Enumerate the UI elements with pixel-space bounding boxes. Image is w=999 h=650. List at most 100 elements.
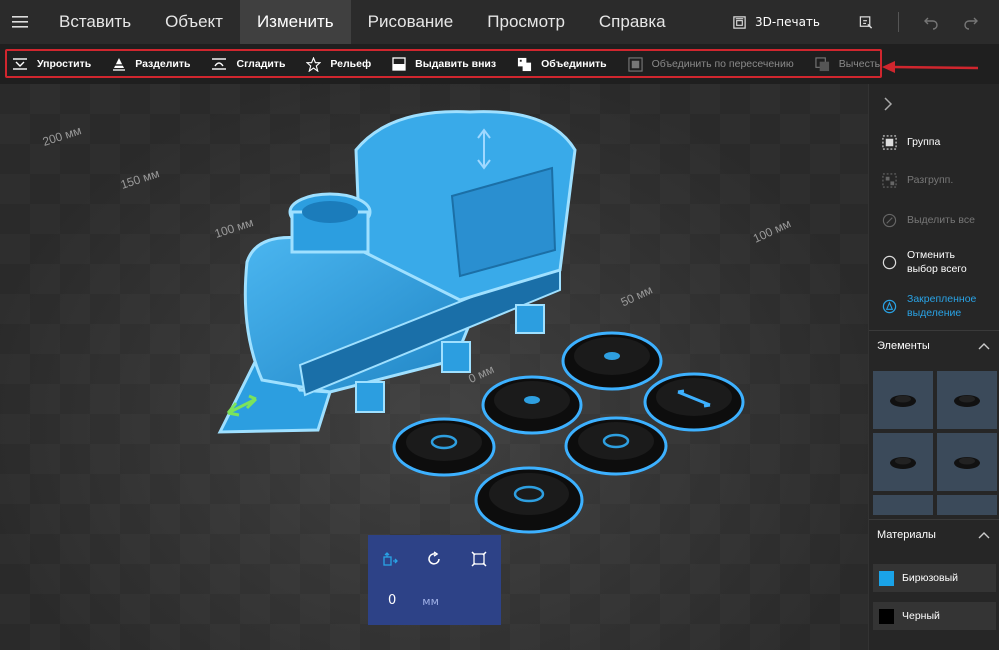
wheel-6[interactable] [474,466,584,534]
highlight-arrow-icon [882,61,979,73]
group-label: Группа [907,136,941,148]
right-panel: Группа Разгрупп. Выделить все Отменить в… [868,84,999,650]
materials-section-header[interactable]: Материалы [869,519,999,550]
intersect-button[interactable]: Объединить по пересечению [616,56,794,72]
tab-view[interactable]: Просмотр [470,0,582,44]
deselect-circle-icon [882,255,896,269]
element-thumbnail[interactable] [873,495,933,515]
material-label-black: Черный [902,610,940,622]
material-label-turquoise: Бирюзовый [902,572,958,584]
split-button[interactable]: Разделить [100,57,190,71]
wheel-thumbnail-icon [954,395,980,407]
split-icon [112,58,127,71]
smooth-icon [212,58,227,70]
element-thumbnail[interactable] [873,371,933,429]
elements-section-header[interactable]: Элементы [869,330,999,361]
merge-button[interactable]: Объединить [505,57,607,72]
ungroup-label: Разгрупп. [907,174,954,186]
element-thumbnail[interactable] [937,495,997,515]
merge-icon [518,57,532,71]
chevron-up-icon [978,532,990,539]
wheel-2[interactable] [481,375,583,435]
elements-title: Элементы [877,340,930,352]
print-3d-icon [733,15,746,29]
chevron-up-icon [978,343,990,350]
sticky-selection-label: Закрепленное выделение [907,293,977,319]
material-turquoise[interactable]: Бирюзовый [873,564,996,592]
simplify-label: Упростить [37,58,92,70]
split-label: Разделить [135,58,191,70]
element-thumbnail[interactable] [937,371,997,429]
emboss-label: Рельеф [330,58,372,70]
wheel-thumbnail-icon [890,395,916,407]
undo-icon [924,17,938,30]
wheel-4[interactable] [392,417,496,477]
print-3d-label: 3D-печать [755,15,820,29]
menu-separator [898,12,899,32]
3d-viewport[interactable]: 200 мм 150 мм 100 мм 50 мм 0 мм 100 мм 0… [0,84,868,650]
deselect-all-label: Отменить выбор всего [907,249,967,275]
menu-bar: Вставить Объект Изменить Рисование Просм… [0,0,999,44]
group-button[interactable]: Группа [869,134,999,150]
tab-insert[interactable]: Вставить [42,0,148,44]
wheel-3[interactable] [643,372,745,432]
tab-object[interactable]: Объект [148,0,240,44]
subtract-label: Вычесть [838,58,881,70]
material-swatch-black [879,608,894,624]
intersect-label: Объединить по пересечению [651,58,794,70]
rotate-tool-button[interactable] [424,549,444,569]
transform-value[interactable]: 0 [388,593,396,608]
extrude-down-icon [392,57,406,71]
undo-button[interactable] [915,14,947,30]
emboss-button[interactable]: Рельеф [294,56,372,72]
wheel-1[interactable] [561,331,663,391]
hamburger-menu-button[interactable] [0,0,40,44]
tab-draw[interactable]: Рисование [351,0,471,44]
smooth-button[interactable]: Сгладить [199,57,285,71]
elements-grid [869,371,999,515]
print-3d-button[interactable]: 3D-печать [724,15,828,30]
materials-title: Материалы [877,529,936,541]
wheel-5[interactable] [564,416,668,476]
ungroup-button[interactable]: Разгрупп. [869,172,999,188]
scale-tool-button[interactable] [469,549,489,569]
chevron-right-icon [884,97,893,111]
scale-icon [471,551,487,567]
sticky-selection-button[interactable]: Закрепленное выделение [869,292,999,320]
deselect-all-button[interactable]: Отменить выбор всего [869,248,999,276]
tab-edit[interactable]: Изменить [239,0,351,44]
subtract-button[interactable]: Вычесть [803,56,881,72]
subtract-icon [815,56,829,71]
extrude-down-label: Выдавить вниз [415,58,497,70]
transform-panel: 0 мм [368,535,501,625]
intersect-icon [628,56,643,72]
panel-collapse-button[interactable] [869,84,999,124]
redo-icon [964,17,978,30]
group-icon [881,134,897,150]
redo-button[interactable] [955,14,987,30]
sticky-selection-icon [882,299,896,313]
merge-label: Объединить [541,58,607,70]
hamburger-icon [12,16,28,28]
rotate-icon [428,551,441,565]
transform-unit: мм [422,595,439,608]
select-all-button[interactable]: Выделить все [869,212,999,228]
element-thumbnail[interactable] [937,433,997,491]
wheel-thumbnail-icon [954,457,980,469]
wheel-thumbnail-icon [890,457,916,469]
edit-toolbar: Упростить Разделить Сгладить Рельеф Выда… [0,44,999,84]
move-tool-button[interactable] [380,549,400,569]
material-swatch-turquoise [879,570,894,586]
extrude-down-button[interactable]: Выдавить вниз [380,57,496,71]
material-black[interactable]: Черный [873,602,996,630]
tab-help[interactable]: Справка [582,0,683,44]
simplify-icon [13,58,27,70]
menu-right-actions: 3D-печать [724,0,999,44]
select-all-icon [882,213,896,227]
star-icon [306,56,322,72]
smooth-label: Сгладить [236,58,286,70]
simplify-button[interactable]: Упростить [0,57,91,71]
select-all-label: Выделить все [907,214,975,226]
feedback-button[interactable] [850,15,882,30]
element-thumbnail[interactable] [873,433,933,491]
